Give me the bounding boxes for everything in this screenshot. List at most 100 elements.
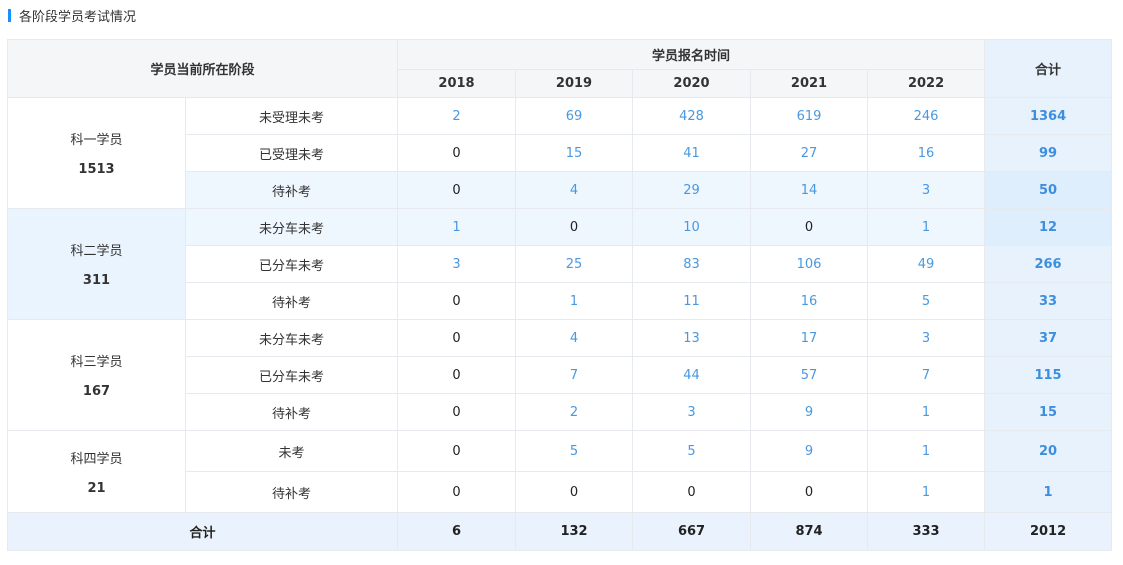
header-year-2019: 2019 bbox=[515, 69, 634, 98]
table-row: 科一学员 1513 未受理未考 2 69 428 619 246 1364 bbox=[7, 97, 1113, 209]
exam-status-table: 学员当前所在阶段 学员报名时间 合计 2018 2019 2020 2021 2… bbox=[6, 39, 1113, 551]
count-cell[interactable]: 10 bbox=[632, 208, 752, 246]
count-cell[interactable]: 2 bbox=[515, 393, 634, 431]
row-total-cell[interactable]: 1364 bbox=[984, 97, 1113, 135]
count-cell: 0 bbox=[397, 471, 517, 513]
count-cell[interactable]: 1 bbox=[867, 430, 986, 472]
header-year-2021: 2021 bbox=[750, 69, 869, 98]
summary-year-total: 333 bbox=[867, 512, 986, 551]
count-cell[interactable]: 15 bbox=[515, 134, 634, 172]
count-cell[interactable]: 3 bbox=[397, 245, 517, 283]
row-total-cell[interactable]: 115 bbox=[984, 356, 1113, 394]
stage-total: 1513 bbox=[78, 162, 115, 177]
header-signup-time: 学员报名时间 bbox=[397, 39, 986, 70]
header-year-2022: 2022 bbox=[867, 69, 986, 98]
stage-cell: 科二学员 311 bbox=[7, 208, 186, 320]
status-label: 未分车未考 bbox=[184, 319, 399, 357]
count-cell: 0 bbox=[515, 208, 634, 246]
count-cell[interactable]: 29 bbox=[632, 171, 752, 209]
row-total-cell[interactable]: 50 bbox=[984, 171, 1113, 209]
count-cell[interactable]: 16 bbox=[867, 134, 986, 172]
count-cell[interactable]: 5 bbox=[867, 282, 986, 320]
count-cell[interactable]: 27 bbox=[750, 134, 869, 172]
count-cell[interactable]: 5 bbox=[632, 430, 752, 472]
row-total-cell[interactable]: 266 bbox=[984, 245, 1113, 283]
count-cell[interactable]: 49 bbox=[867, 245, 986, 283]
stage-cell: 科四学员 21 bbox=[7, 430, 186, 513]
count-cell[interactable]: 69 bbox=[515, 97, 634, 135]
count-cell[interactable]: 25 bbox=[515, 245, 634, 283]
summary-year-total: 132 bbox=[515, 512, 634, 551]
status-label: 待补考 bbox=[184, 171, 399, 209]
count-cell[interactable]: 14 bbox=[750, 171, 869, 209]
count-cell: 0 bbox=[397, 282, 517, 320]
count-cell[interactable]: 9 bbox=[750, 393, 869, 431]
table-row: 科二学员 311 未分车未考 1 0 10 0 1 12 bbox=[7, 208, 1113, 320]
stage-total: 311 bbox=[82, 273, 111, 288]
count-cell[interactable]: 9 bbox=[750, 430, 869, 472]
summary-label: 合计 bbox=[6, 512, 399, 551]
count-cell: 0 bbox=[397, 319, 517, 357]
row-total-cell[interactable]: 37 bbox=[984, 319, 1113, 357]
summary-row: 合计 6 132 667 874 333 2012 bbox=[6, 512, 1113, 551]
count-cell[interactable]: 7 bbox=[867, 356, 986, 394]
status-label: 已分车未考 bbox=[184, 356, 399, 394]
count-cell[interactable]: 57 bbox=[750, 356, 869, 394]
row-total-cell[interactable]: 33 bbox=[984, 282, 1113, 320]
stage-name: 科三学员 bbox=[70, 355, 123, 370]
count-cell[interactable]: 5 bbox=[515, 430, 634, 472]
count-cell[interactable]: 41 bbox=[632, 134, 752, 172]
count-cell: 0 bbox=[397, 430, 517, 472]
row-total-cell[interactable]: 15 bbox=[984, 393, 1113, 431]
count-cell[interactable]: 106 bbox=[750, 245, 869, 283]
count-cell[interactable]: 11 bbox=[632, 282, 752, 320]
row-total-cell[interactable]: 1 bbox=[984, 471, 1113, 513]
status-label: 未受理未考 bbox=[184, 97, 399, 135]
table-row: 科四学员 21 未考 0 5 5 9 1 20 bbox=[7, 430, 1113, 513]
count-cell[interactable]: 83 bbox=[632, 245, 752, 283]
row-total-cell[interactable]: 99 bbox=[984, 134, 1113, 172]
status-label: 待补考 bbox=[184, 393, 399, 431]
count-cell[interactable]: 619 bbox=[750, 97, 869, 135]
row-total-cell[interactable]: 12 bbox=[984, 208, 1113, 246]
count-cell: 0 bbox=[397, 171, 517, 209]
count-cell[interactable]: 3 bbox=[867, 171, 986, 209]
count-cell[interactable]: 3 bbox=[867, 319, 986, 357]
stage-name: 科二学员 bbox=[70, 244, 123, 259]
count-cell[interactable]: 7 bbox=[515, 356, 634, 394]
section-accent-bar bbox=[8, 8, 11, 22]
stage-name: 科四学员 bbox=[70, 451, 123, 467]
count-cell[interactable]: 16 bbox=[750, 282, 869, 320]
count-cell[interactable]: 44 bbox=[632, 356, 752, 394]
status-label: 已受理未考 bbox=[184, 134, 399, 172]
header-total: 合计 bbox=[984, 39, 1113, 98]
header-stage: 学员当前所在阶段 bbox=[6, 39, 399, 98]
count-cell[interactable]: 1 bbox=[867, 393, 986, 431]
count-cell[interactable]: 17 bbox=[750, 319, 869, 357]
count-cell: 0 bbox=[632, 471, 752, 513]
stage-name: 科一学员 bbox=[70, 133, 123, 148]
count-cell[interactable]: 1 bbox=[397, 208, 517, 246]
count-cell[interactable]: 2 bbox=[397, 97, 517, 135]
status-label: 未考 bbox=[184, 430, 399, 472]
count-cell[interactable]: 1 bbox=[515, 282, 634, 320]
count-cell[interactable]: 246 bbox=[867, 97, 986, 135]
section-header: 各阶段学员考试情况 bbox=[8, 6, 136, 25]
count-cell[interactable]: 1 bbox=[867, 471, 986, 513]
count-cell[interactable]: 1 bbox=[867, 208, 986, 246]
row-total-cell[interactable]: 20 bbox=[984, 430, 1113, 472]
count-cell[interactable]: 428 bbox=[632, 97, 752, 135]
status-label: 未分车未考 bbox=[184, 208, 399, 246]
count-cell: 0 bbox=[750, 208, 869, 246]
count-cell[interactable]: 13 bbox=[632, 319, 752, 357]
count-cell: 0 bbox=[397, 134, 517, 172]
count-cell[interactable]: 4 bbox=[515, 171, 634, 209]
summary-year-total: 874 bbox=[750, 512, 869, 551]
count-cell[interactable]: 3 bbox=[632, 393, 752, 431]
table-row: 科三学员 167 未分车未考 0 4 13 17 3 37 bbox=[7, 319, 1113, 431]
status-label: 待补考 bbox=[184, 282, 399, 320]
status-label: 已分车未考 bbox=[184, 245, 399, 283]
status-label: 待补考 bbox=[184, 471, 399, 513]
count-cell: 0 bbox=[397, 356, 517, 394]
count-cell[interactable]: 4 bbox=[515, 319, 634, 357]
